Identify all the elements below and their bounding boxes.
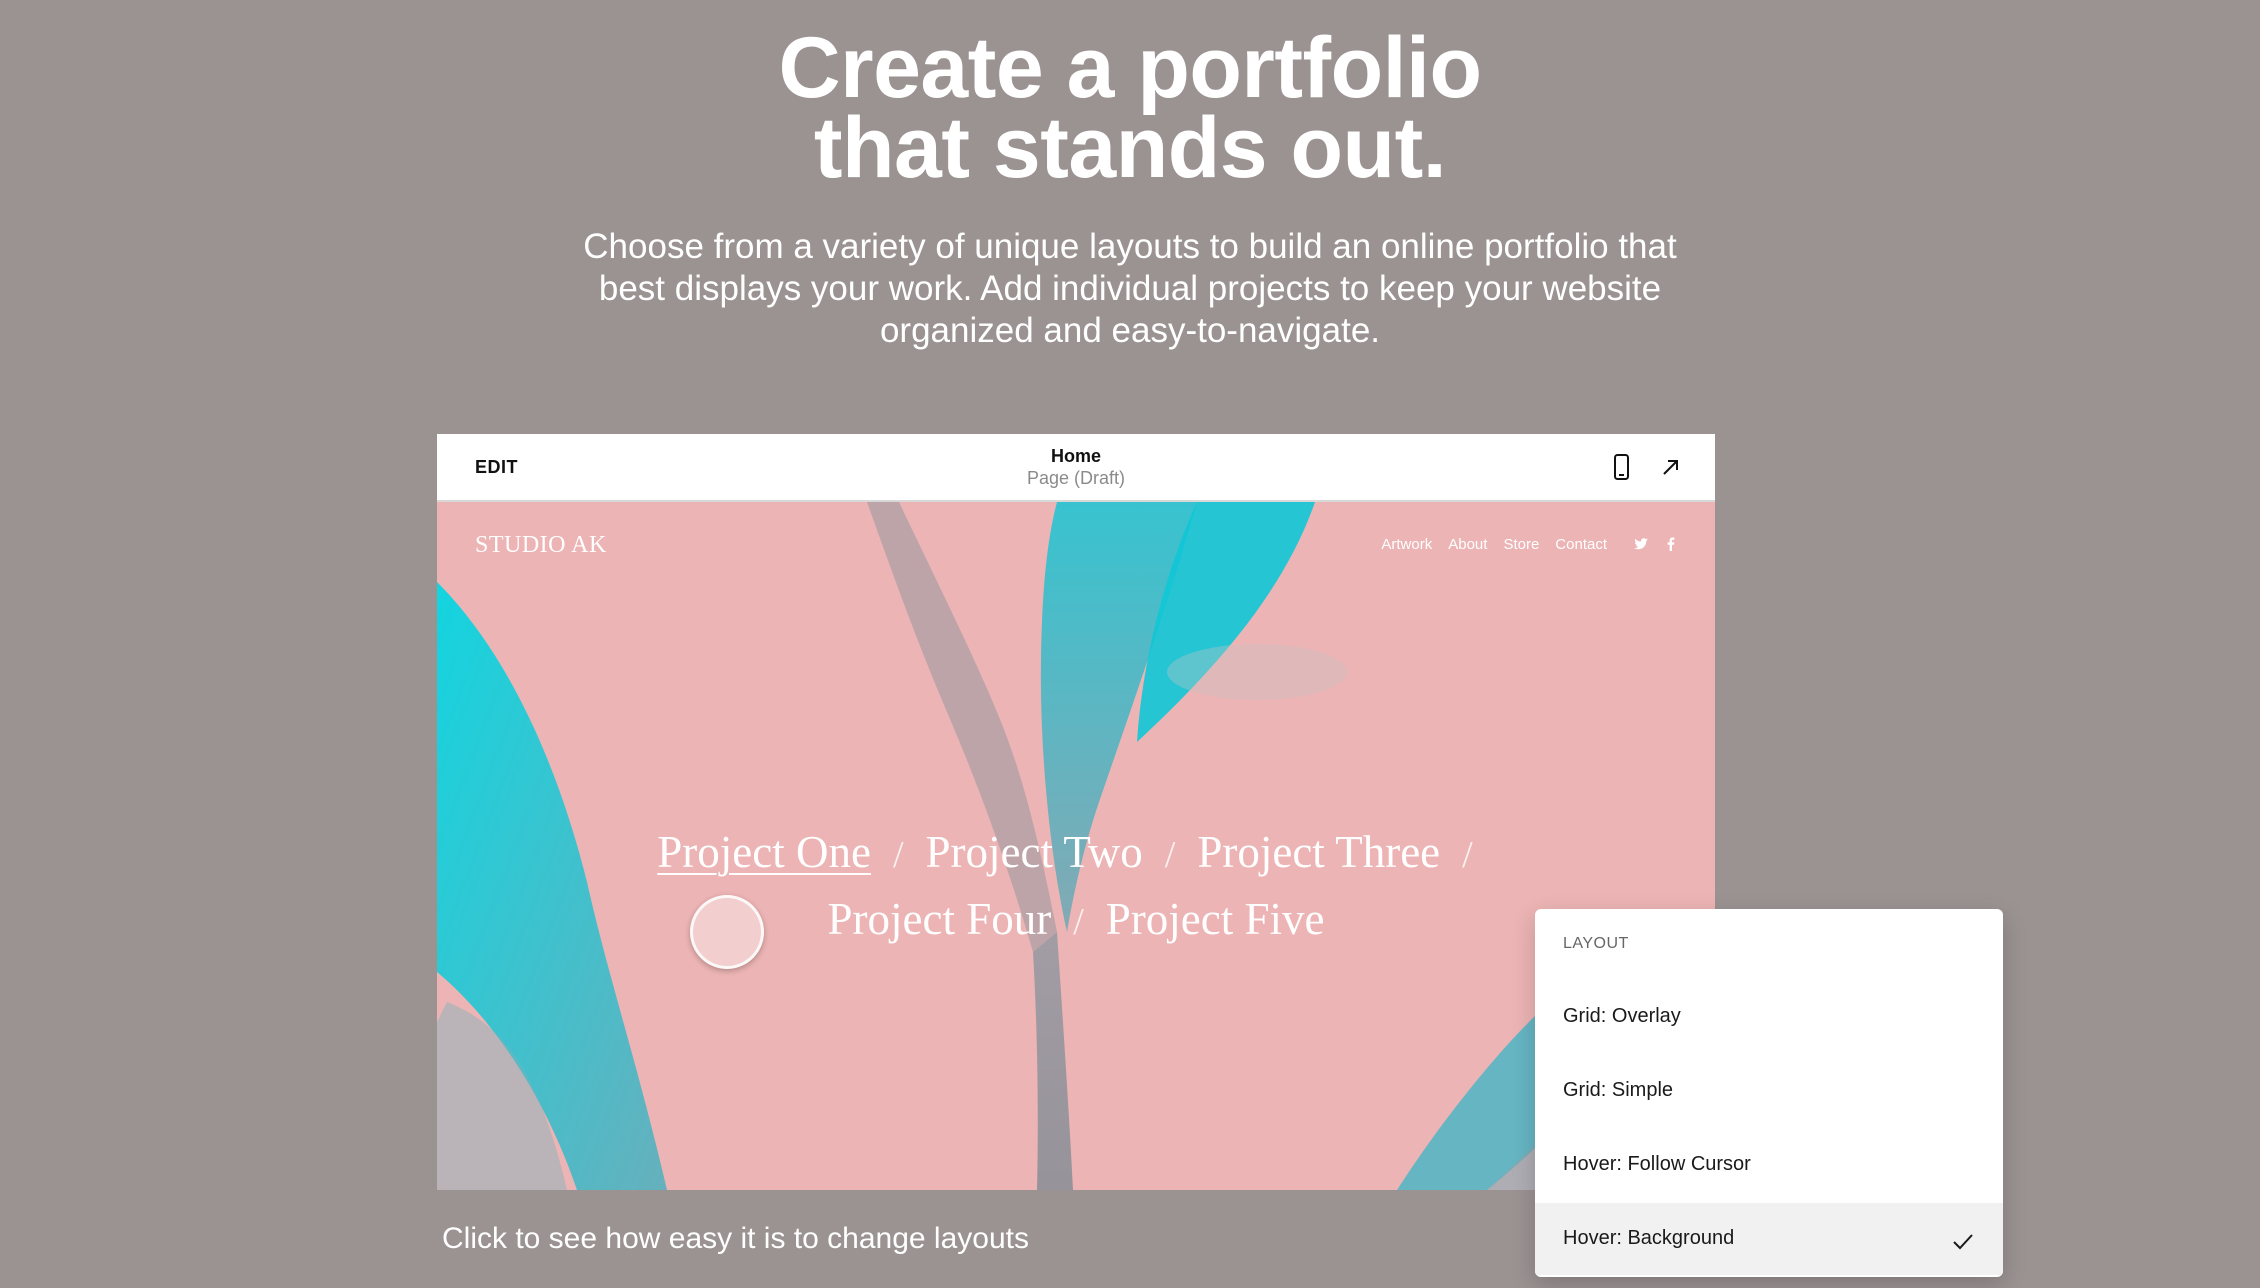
editor-toolbar: EDIT Home Page (Draft): [437, 434, 1715, 502]
project-row-2: Project Four / Project Five: [437, 887, 1715, 954]
site-nav: Artwork About Store Contact: [1381, 536, 1607, 553]
site-logo[interactable]: STUDIO AK: [475, 532, 607, 559]
hero-subtitle: Choose from a variety of unique layouts …: [583, 227, 1677, 350]
layout-panel-heading: LAYOUT: [1563, 935, 1629, 952]
twitter-icon[interactable]: [1633, 536, 1649, 552]
page-title: Home: [1050, 446, 1101, 466]
project-separator: /: [892, 834, 904, 876]
cursor-indicator: [690, 895, 764, 969]
project-separator: /: [1462, 834, 1473, 876]
project-link-three[interactable]: Project Three: [1197, 820, 1440, 884]
layout-option-label: Hover: Follow Cursor: [1563, 1153, 1751, 1175]
hero-title: Create a portfolio that stands out.: [0, 20, 2260, 196]
mobile-preview-icon[interactable]: [1605, 451, 1637, 483]
layout-option-grid-overlay[interactable]: Grid: Overlay: [1535, 981, 2003, 1053]
checkmark-icon: [1953, 1234, 1973, 1250]
layout-option-label: Grid: Overlay: [1563, 1005, 1681, 1027]
layout-option-label: Hover: Background: [1563, 1227, 1735, 1249]
project-link-five[interactable]: Project Five: [1106, 887, 1325, 951]
layout-option-hover-follow-cursor[interactable]: Hover: Follow Cursor: [1535, 1129, 2003, 1201]
project-row-1: Project One / Project Two / Project Three /: [437, 820, 1715, 887]
layout-option-grid-simple[interactable]: Grid: Simple: [1535, 1055, 2003, 1127]
layout-option-hover-background[interactable]: Hover: Background: [1535, 1203, 2003, 1275]
layout-panel: LAYOUT Grid: Overlay Grid: Simple Hover:…: [1535, 909, 2003, 1277]
nav-store[interactable]: Store: [1503, 536, 1539, 553]
layout-option-label: Grid: Simple: [1563, 1079, 1674, 1101]
project-link-four[interactable]: Project Four: [827, 887, 1051, 951]
project-link-one[interactable]: Project One: [657, 820, 871, 884]
project-separator: /: [1073, 901, 1084, 943]
page-status: Page (Draft): [1026, 468, 1126, 488]
project-separator: /: [1164, 834, 1176, 876]
project-list: Project One / Project Two / Project Three / P…: [437, 820, 1715, 954]
site-preview[interactable]: STUDIO AK Artwork About Store Contact Pr…: [437, 502, 1715, 1190]
editor-preview[interactable]: EDIT Home Page (Draft) STUDIO AK Artwork…: [437, 434, 1715, 1190]
nav-contact[interactable]: Contact: [1555, 536, 1607, 553]
hero-title-line-2: that stands out.: [813, 100, 1447, 196]
nav-artwork[interactable]: Artwork: [1381, 536, 1432, 553]
open-external-icon[interactable]: [1655, 451, 1687, 483]
project-link-two[interactable]: Project Two: [926, 820, 1143, 884]
nav-about[interactable]: About: [1448, 536, 1487, 553]
caption-text: Click to see how easy it is to change la…: [442, 1222, 1029, 1255]
hero-title-line-1: Create a portfolio: [778, 20, 1482, 116]
facebook-icon[interactable]: [1663, 536, 1679, 552]
